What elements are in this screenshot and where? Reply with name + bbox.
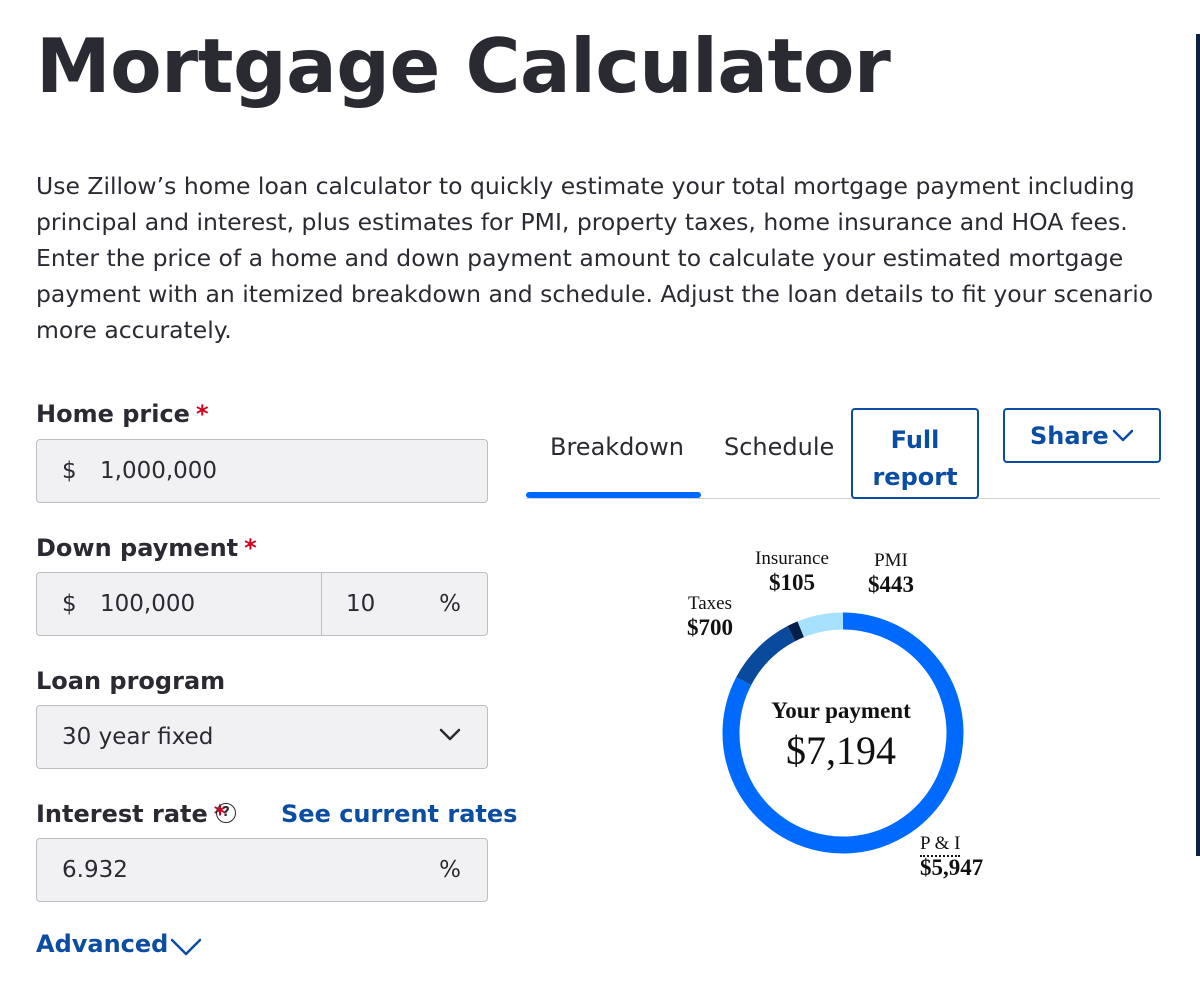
donut-segment-3: [797, 612, 844, 638]
pmi-label: PMI $443: [868, 550, 914, 597]
pi-label: P & I $5,947: [920, 833, 984, 880]
taxes-label: Taxes $700: [687, 593, 733, 640]
payment-total: $7,194: [786, 728, 896, 773]
insurance-label: Insurance $105: [755, 548, 829, 595]
payment-breakdown-chart: [722, 612, 964, 854]
payment-title: Your payment: [771, 698, 911, 723]
donut-segment-1: [736, 626, 796, 686]
donut-segment-2: [787, 621, 805, 642]
